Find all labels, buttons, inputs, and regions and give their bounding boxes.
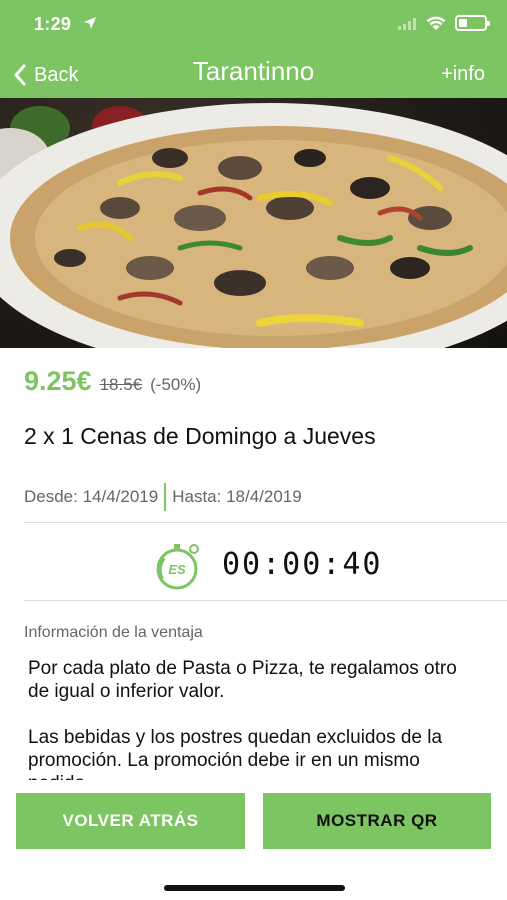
offer-description[interactable]: Por cada plato de Pasta o Pizza, te rega… [28, 657, 478, 780]
price-row: 9.25€ 18.5€ (-50%) [24, 366, 201, 397]
chevron-left-icon [14, 64, 26, 86]
divider [24, 600, 507, 601]
cellular-signal-icon [398, 18, 416, 30]
description-paragraph: Por cada plato de Pasta o Pizza, te rega… [28, 658, 457, 702]
status-bar: 1:29 [0, 0, 507, 50]
battery-icon [455, 15, 490, 31]
show-qr-button[interactable]: MOSTRAR QR [263, 793, 491, 849]
offer-price: 9.25€ [24, 366, 92, 396]
go-back-button[interactable]: VOLVER ATRÁS [16, 793, 245, 849]
hero-image [0, 98, 507, 348]
wifi-icon [426, 16, 446, 30]
divider [24, 522, 507, 523]
original-price: 18.5€ [99, 375, 143, 394]
back-label: Back [34, 63, 79, 86]
countdown-timer: 00:00:40 [222, 547, 383, 582]
section-label: Información de la ventaja [24, 624, 203, 641]
description-paragraph: Las bebidas y los postres quedan excluid… [28, 727, 443, 780]
discount-badge: (-50%) [150, 375, 202, 394]
date-to: Hasta: 18/4/2019 [172, 487, 302, 506]
home-indicator[interactable] [164, 885, 345, 891]
countdown-row: ES 00:00:40 [0, 537, 507, 597]
date-divider [164, 483, 167, 511]
info-button[interactable]: +info [441, 63, 485, 86]
back-button[interactable]: Back [12, 60, 78, 90]
offer-title: 2 x 1 Cenas de Domingo a Jueves [24, 423, 376, 449]
stopwatch-label: ES [168, 562, 186, 577]
offer-dates: Desde: 14/4/2019 Hasta: 18/4/2019 [24, 483, 302, 511]
status-time: 1:29 [34, 14, 72, 34]
top-bar: 1:29 Back Tarantinno +info [0, 0, 507, 98]
location-arrow-icon [84, 17, 96, 29]
stopwatch-icon: ES [156, 544, 199, 590]
pizza-image [0, 103, 507, 348]
date-from: Desde: 14/4/2019 [24, 487, 159, 506]
